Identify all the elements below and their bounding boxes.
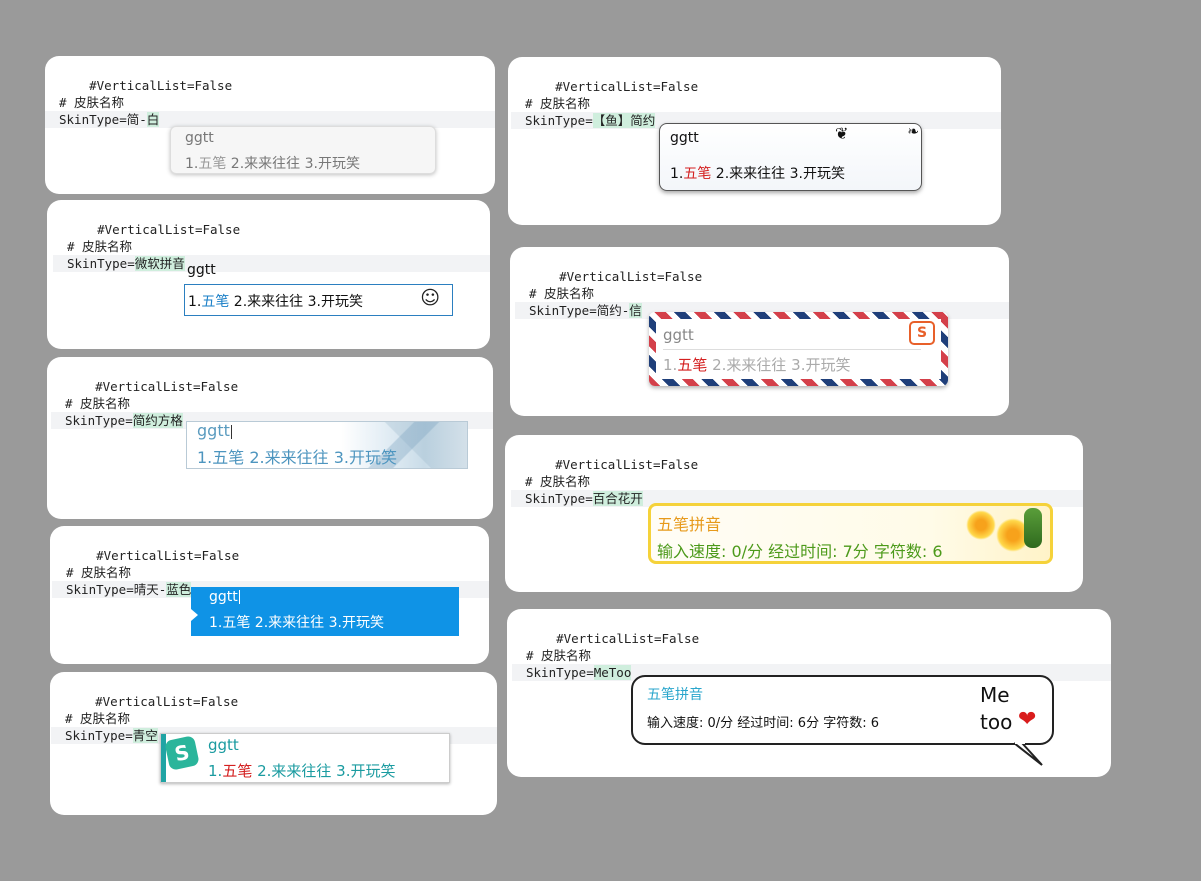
skin-card-sunny-blue: #VerticalList=False # 皮肤名称 SkinType=晴天-蓝…	[50, 526, 489, 664]
lily-flower-icon	[958, 504, 1046, 562]
candidate-list: 1.五笔 2.来来往往 3.开玩笑	[188, 294, 363, 310]
candidate-list: 1.五笔 2.来来往往 3.开玩笑	[670, 166, 845, 182]
config-code: #VerticalList=False # 皮肤名称 SkinType=简约方格	[51, 361, 493, 429]
typing-stats: 输入速度: 0/分 经过时间: 6分 字符数: 6	[647, 716, 879, 731]
teal-side-bar	[161, 734, 166, 782]
composition-text: ggtt	[187, 262, 216, 278]
ime-candidate-window: 1.五笔 2.来来往往 3.开玩笑 ☺	[184, 284, 453, 316]
config-code: #VerticalList=False # 皮肤名称 SkinType=简-白	[45, 60, 495, 128]
sogou-stamp-icon: S	[909, 321, 935, 345]
candidate-list: 1.五笔 2.来来往往 3.开玩笑	[197, 448, 397, 467]
typing-title: 五笔拼音	[647, 687, 703, 703]
config-code: #VerticalList=False # 皮肤名称 SkinType=MeTo…	[512, 613, 1111, 681]
typing-stats-window: 五笔拼音 输入速度: 0/分 经过时间: 7分 字符数: 6	[648, 503, 1053, 564]
ime-candidate-window: ❦ ❧ ggtt 1.五笔 2.来来往往 3.开玩笑	[659, 123, 922, 191]
config-code: #VerticalList=False # 皮肤名称 SkinType=简约-信	[515, 251, 1009, 319]
ime-candidate-window: ggtt 1.五笔 2.来来往往 3.开玩笑	[191, 587, 459, 636]
skin-card-simple-letter: #VerticalList=False # 皮肤名称 SkinType=简约-信…	[510, 247, 1009, 416]
smiley-icon[interactable]: ☺	[420, 287, 440, 309]
typing-title: 五笔拼音	[657, 515, 722, 534]
ime-candidate-window: ggtt 1.五笔 2.来来往往 3.开玩笑	[186, 421, 468, 469]
composition-text: ggtt	[670, 130, 699, 146]
composition-text: ggtt	[209, 589, 240, 605]
skin-card-simple-grid: #VerticalList=False # 皮肤名称 SkinType=简约方格…	[47, 357, 493, 519]
sogou-logo-icon: S	[164, 735, 200, 771]
speech-bubble-tail	[1013, 741, 1043, 766]
ime-candidate-window: S ggtt 1.五笔 2.来来往往 3.开玩笑	[160, 733, 450, 783]
divider-line	[663, 349, 921, 350]
typing-stats: 输入速度: 0/分 经过时间: 7分 字符数: 6	[657, 542, 943, 561]
config-code: #VerticalList=False # 皮肤名称 SkinType=【鱼】简…	[511, 61, 1001, 129]
config-code: #VerticalList=False # 皮肤名称 SkinType=百合花开	[511, 439, 1083, 507]
metoo-line1: Me	[980, 683, 1010, 707]
config-code: #VerticalList=False # 皮肤名称 SkinType=微软拼音	[53, 204, 490, 272]
skin-card-metoo: #VerticalList=False # 皮肤名称 SkinType=MeTo…	[507, 609, 1111, 777]
composition-text: ggtt	[208, 736, 239, 754]
skin-card-simple-white: #VerticalList=False # 皮肤名称 SkinType=简-白 …	[45, 56, 495, 194]
skin-card-fish-simple: #VerticalList=False # 皮肤名称 SkinType=【鱼】简…	[508, 57, 1001, 225]
composition-text: ggtt	[185, 130, 214, 146]
composition-text: ggtt	[663, 326, 694, 344]
candidate-list: 1.五笔 2.来来往往 3.开玩笑	[209, 615, 384, 631]
candidate-list: 1.五笔 2.来来往往 3.开玩笑	[185, 156, 360, 172]
skin-card-qingkong: #VerticalList=False # 皮肤名称 SkinType=青空 S…	[50, 672, 497, 815]
skin-card-microsoft-pinyin: #VerticalList=False # 皮肤名称 SkinType=微软拼音…	[47, 200, 490, 349]
ime-candidate-window: ggtt 1.五笔 2.来来往往 3.开玩笑 S	[649, 312, 948, 386]
heart-icon: ❤	[1018, 707, 1037, 732]
candidate-list: 1.五笔 2.来来往往 3.开玩笑	[663, 356, 851, 374]
leaf-decoration-icon: ❧	[907, 124, 919, 140]
typing-stats-window: 五笔拼音 输入速度: 0/分 经过时间: 6分 字符数: 6 Me too ❤	[631, 675, 1054, 745]
skin-card-lily: #VerticalList=False # 皮肤名称 SkinType=百合花开…	[505, 435, 1083, 592]
envelope-inner: ggtt 1.五笔 2.来来往往 3.开玩笑 S	[656, 319, 941, 379]
candidate-list: 1.五笔 2.来来往往 3.开玩笑	[208, 762, 396, 780]
branch-decoration-icon: ❦	[835, 124, 849, 143]
metoo-line2: too	[980, 710, 1013, 734]
ime-candidate-window: ggtt 1.五笔 2.来来往往 3.开玩笑	[170, 126, 436, 174]
pointer-notch	[191, 609, 198, 621]
composition-text: ggtt	[197, 421, 232, 440]
